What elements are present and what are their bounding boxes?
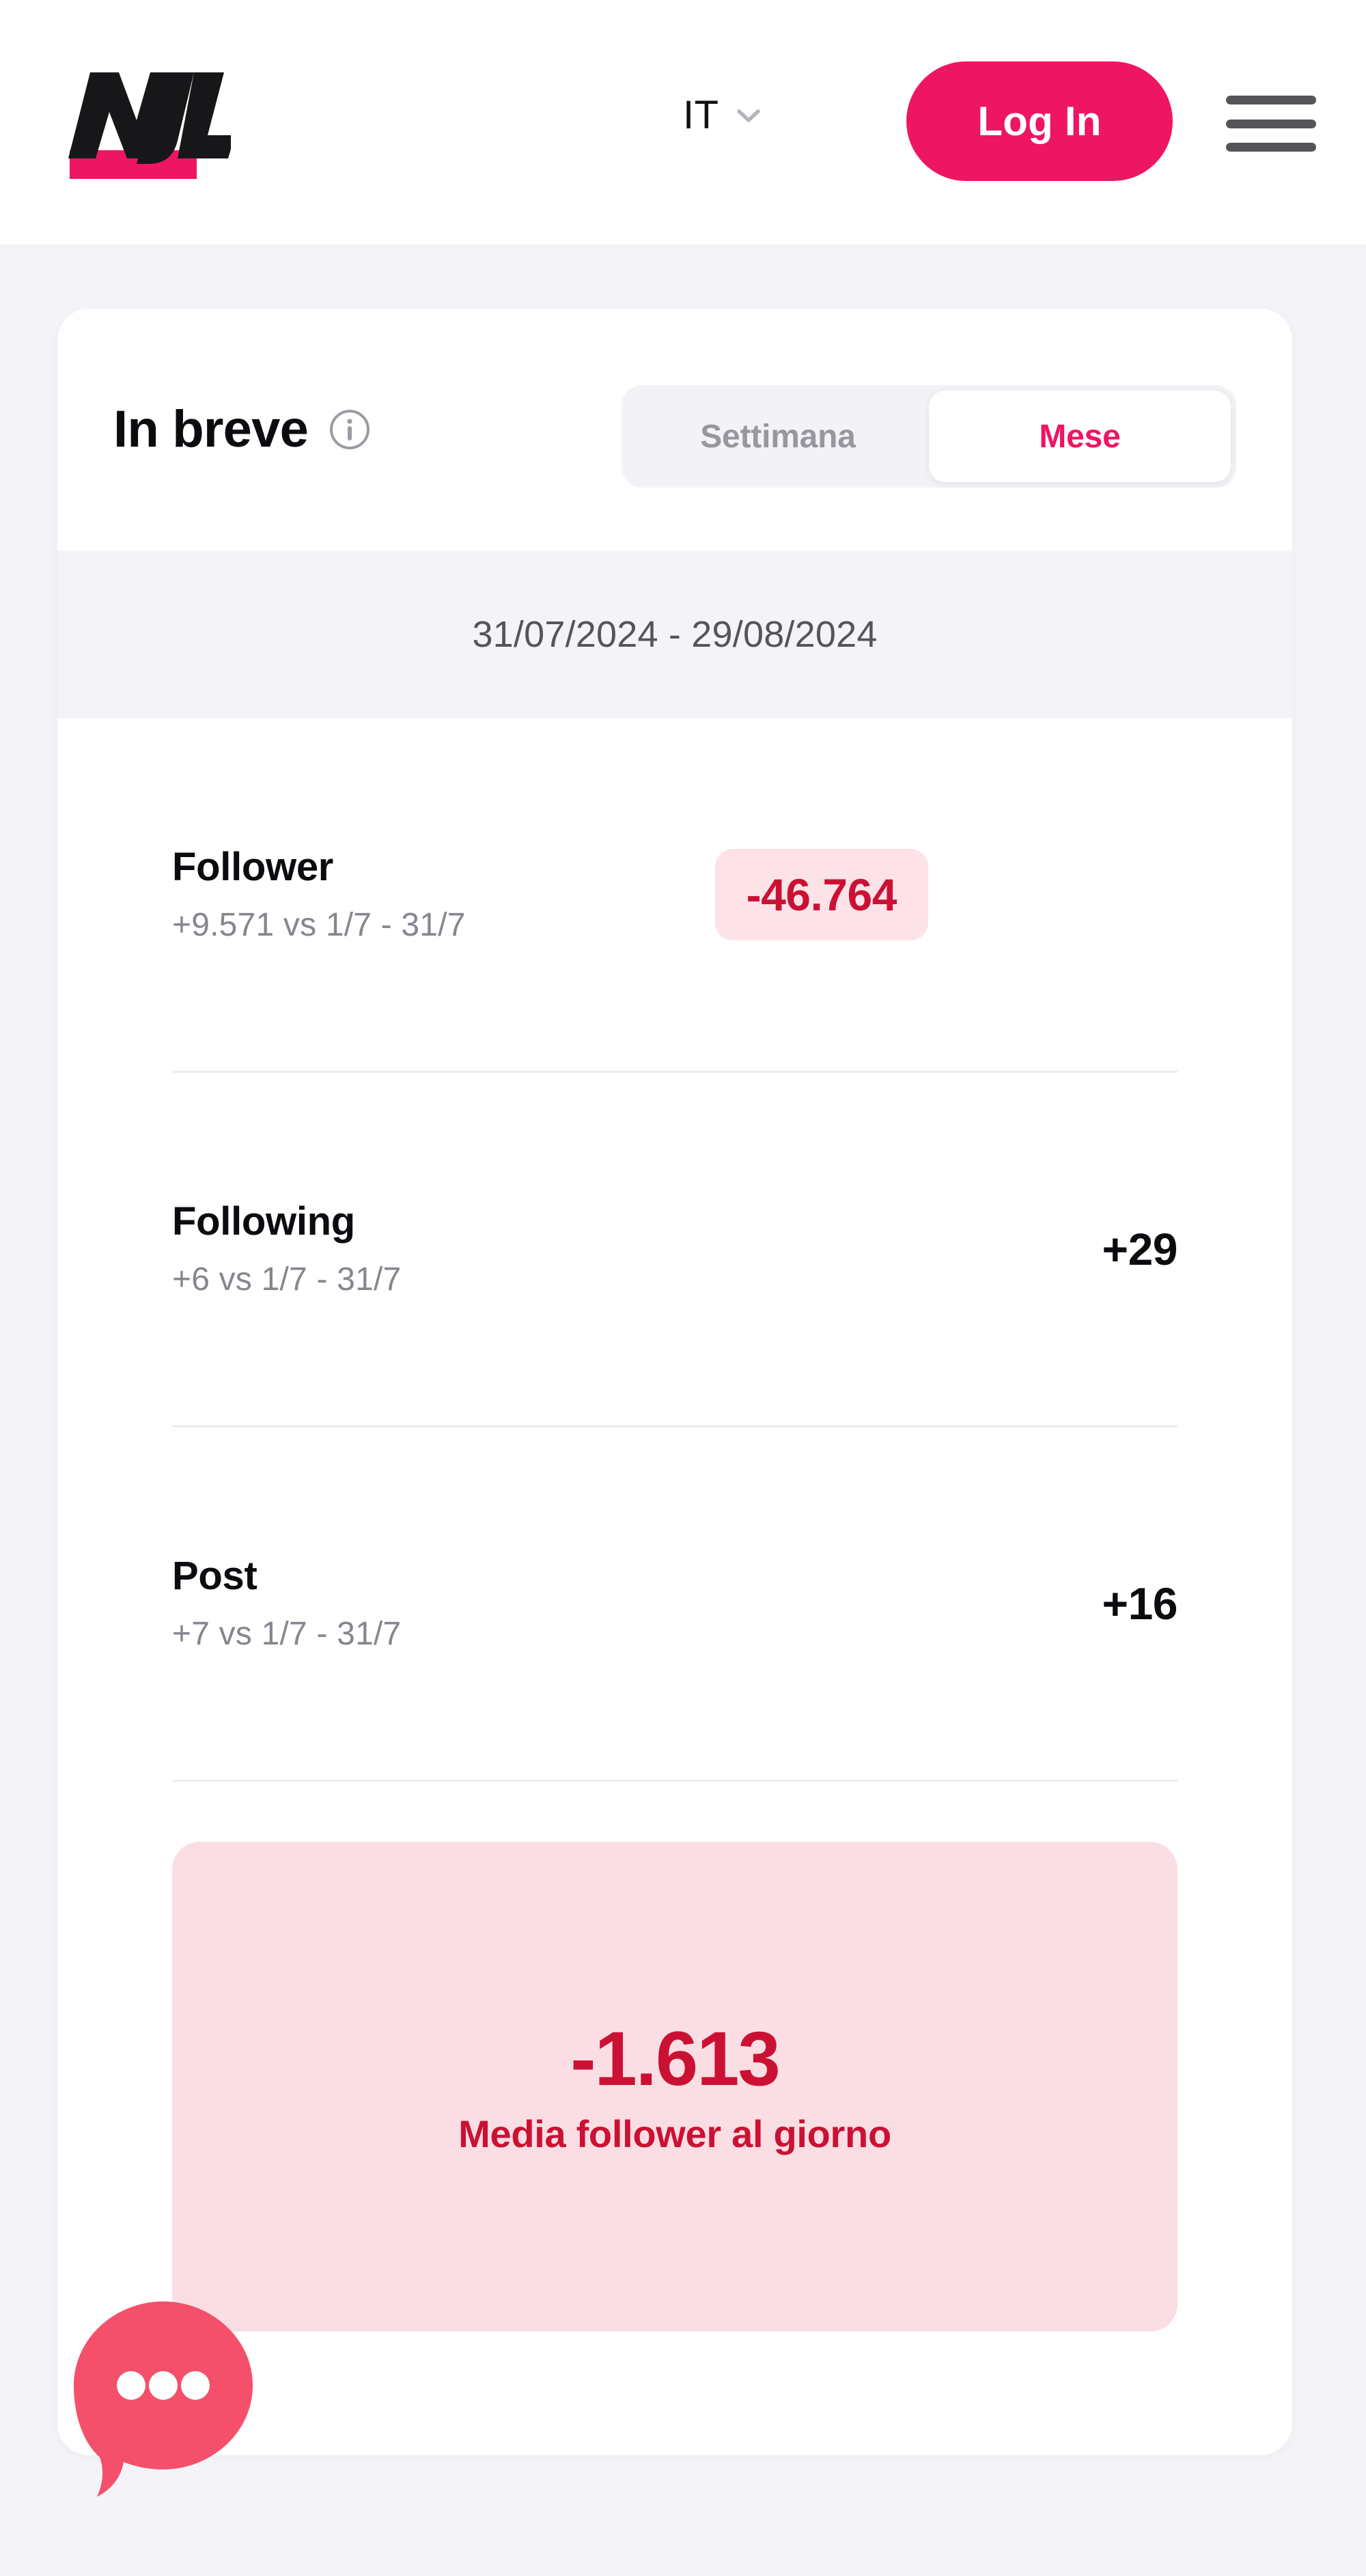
row-divider [172,1780,1177,1782]
login-button[interactable]: Log In [906,61,1173,181]
language-selector[interactable]: IT [683,96,760,135]
period-toggle: Settimana Mese [622,385,1236,488]
average-followers-panel: -1.613 Media follower al giorno [172,1842,1177,2332]
info-circle-icon[interactable] [329,408,371,451]
average-followers-value: -1.613 [570,2015,781,2101]
metric-text-group: Follower +9.571 vs 1/7 - 31/7 [172,848,466,942]
metric-label: Follower [172,845,334,889]
metric-label: Post [172,1554,257,1598]
njl-logo[interactable] [60,60,231,183]
hamburger-menu-icon[interactable] [1226,96,1316,152]
card-title-group: In breve [113,404,371,456]
metric-row-following: Following +6 vs 1/7 - 31/7 +29 [172,1073,1178,1425]
tab-mese[interactable]: Mese [929,391,1231,482]
summary-card: In breve Settimana Mese 31/07/2024 - 29/… [57,309,1292,2455]
tab-settimana[interactable]: Settimana [627,391,929,482]
card-header: In breve Settimana Mese [57,309,1292,550]
metric-comparison: +7 vs 1/7 - 31/7 [172,1616,402,1652]
metric-row-follower: Follower +9.571 vs 1/7 - 31/7 -46.764 [172,718,1177,1071]
metric-value: +29 [1102,1224,1178,1274]
average-followers-label: Media follower al giorno [458,2112,891,2155]
page-title: In breve [113,400,309,458]
metrics-list: Follower +9.571 vs 1/7 - 31/7 -46.764 Fo… [57,718,1292,1782]
metric-text-group: Following +6 vs 1/7 - 31/7 [172,1202,401,1296]
chevron-down-icon [736,109,760,122]
app-root: IT Log In In breve Settimana Mese 31/07/… [0,0,1366,2576]
hamburger-bar [1226,119,1316,128]
hamburger-bar [1226,143,1316,152]
metric-comparison: +9.571 vs 1/7 - 31/7 [172,907,466,943]
date-range-label: 31/07/2024 - 29/08/2024 [57,550,1292,718]
metric-value: +16 [1102,1578,1178,1629]
metric-text-group: Post +7 vs 1/7 - 31/7 [172,1556,401,1651]
chat-bubble-ellipsis-icon[interactable] [68,2296,258,2501]
site-header: IT Log In [0,0,1366,244]
metric-label: Following [172,1199,355,1244]
metric-comparison: +6 vs 1/7 - 31/7 [172,1261,402,1298]
metric-row-post: Post +7 vs 1/7 - 31/7 +16 [172,1427,1178,1780]
metric-value-badge: -46.764 [714,849,928,940]
language-label: IT [683,93,719,137]
hamburger-bar [1226,96,1316,104]
